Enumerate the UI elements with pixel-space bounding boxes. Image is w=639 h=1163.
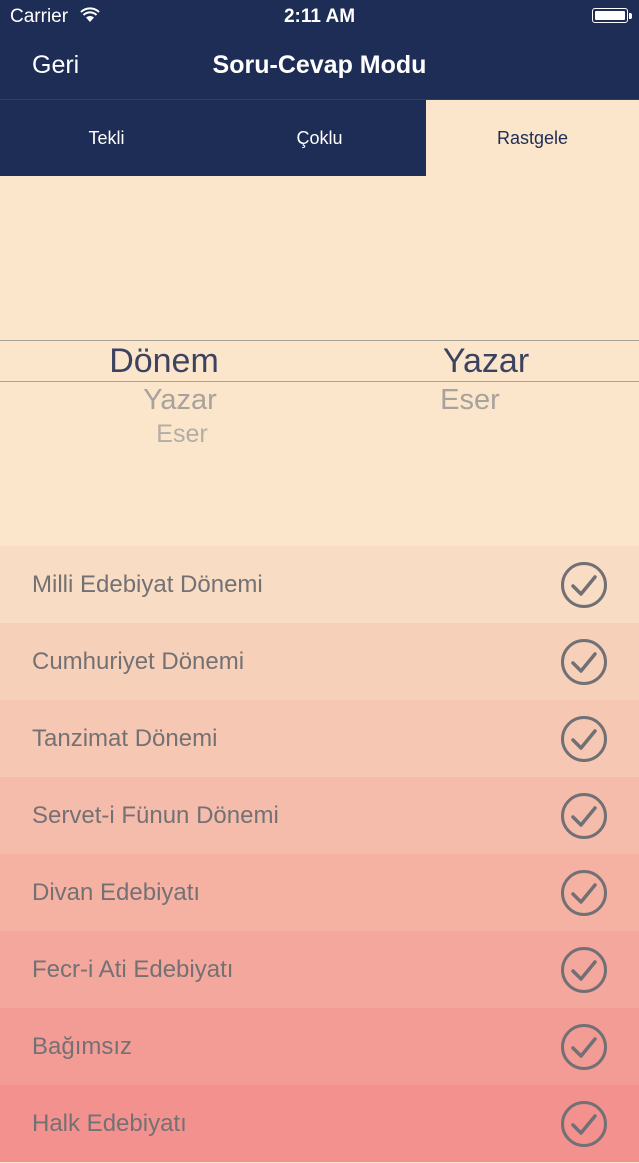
list-item-label: Divan Edebiyatı: [32, 879, 201, 906]
segmented-tabs: Tekli Çoklu Rastgele: [0, 99, 639, 176]
list-item-label: Tanzimat Dönemi: [32, 725, 218, 752]
list-item[interactable]: Divan Edebiyatı: [0, 854, 639, 931]
list-item[interactable]: Tanzimat Dönemi: [0, 700, 639, 777]
tab-tekli[interactable]: Tekli: [0, 100, 213, 176]
tab-coklu[interactable]: Çoklu: [213, 100, 426, 176]
mode-picker[interactable]: Dönem Yazar Eser Yazar Eser: [0, 176, 639, 546]
list-item-label: Milli Edebiyat Dönemi: [32, 571, 263, 598]
page-title: Soru-Cevap Modu: [212, 51, 427, 79]
list-item[interactable]: Bağımsız: [0, 1008, 639, 1085]
picker-right-option[interactable]: Eser: [370, 384, 570, 417]
clock: 2:11 AM: [283, 6, 356, 27]
checkmark-circle-icon[interactable]: [560, 792, 608, 840]
list-item-label: Cumhuriyet Dönemi: [32, 648, 245, 675]
picker-selection-top-line: [0, 340, 639, 341]
picker-left-selected[interactable]: Dönem: [64, 342, 264, 381]
list-item[interactable]: Servet-i Fünun Dönemi: [0, 777, 639, 854]
list-item[interactable]: Fecr-i Ati Edebiyatı: [0, 931, 639, 1008]
checkmark-circle-icon[interactable]: [560, 1100, 608, 1148]
picker-selection-bottom-line: [0, 381, 639, 382]
navigation-bar: Geri Soru-Cevap Modu: [0, 33, 639, 99]
checkmark-circle-icon[interactable]: [560, 1023, 608, 1071]
checkmark-circle-icon[interactable]: [560, 561, 608, 609]
list-item-label: Halk Edebiyatı: [32, 1110, 187, 1137]
picker-left-option[interactable]: Yazar: [80, 384, 280, 417]
tab-rastgele[interactable]: Rastgele: [426, 100, 639, 176]
checkmark-circle-icon[interactable]: [560, 638, 608, 686]
checkmark-circle-icon[interactable]: [560, 715, 608, 763]
battery-tip: [629, 13, 632, 19]
checkmark-circle-icon[interactable]: [560, 869, 608, 917]
checkmark-circle-icon[interactable]: [560, 946, 608, 994]
picker-right-selected[interactable]: Yazar: [386, 342, 586, 381]
list-item-label: Servet-i Fünun Dönemi: [32, 802, 279, 829]
list-item[interactable]: Halk Edebiyatı: [0, 1085, 639, 1162]
status-bar: Carrier 2:11 AM: [0, 0, 639, 33]
category-list: Milli Edebiyat Dönemi Cumhuriyet Dönemi Ta…: [0, 546, 639, 1162]
battery-icon: [592, 8, 628, 23]
picker-left-option[interactable]: Eser: [82, 420, 282, 449]
list-item[interactable]: Milli Edebiyat Dönemi: [0, 546, 639, 623]
list-item-label: Bağımsız: [32, 1033, 133, 1060]
list-item[interactable]: Cumhuriyet Dönemi: [0, 623, 639, 700]
list-item-label: Fecr-i Ati Edebiyatı: [32, 956, 234, 983]
